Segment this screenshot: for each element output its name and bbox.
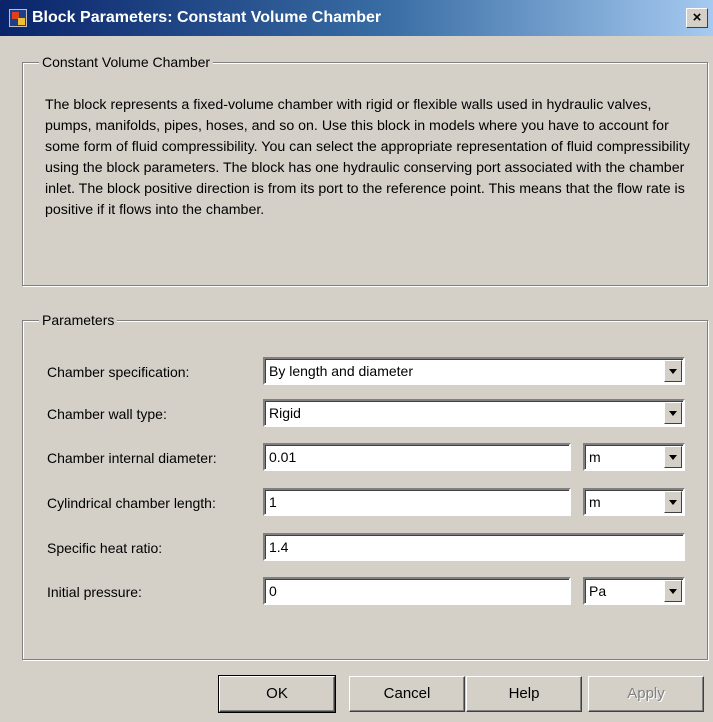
cancel-button[interactable]: Cancel xyxy=(349,676,465,712)
description-group: Constant Volume Chamber The block repres… xyxy=(22,54,708,286)
dialog-window: Block Parameters: Constant Volume Chambe… xyxy=(0,0,713,722)
initial-pressure-label: Initial pressure: xyxy=(47,584,142,600)
chevron-down-icon[interactable] xyxy=(664,402,682,424)
help-button[interactable]: Help xyxy=(466,676,582,712)
chamber-wall-type-dropdown[interactable]: Rigid xyxy=(263,399,685,427)
chamber-wall-type-label: Chamber wall type: xyxy=(47,406,167,422)
apply-button[interactable]: Apply xyxy=(588,676,704,712)
specific-heat-ratio-input[interactable]: 1.4 xyxy=(263,533,685,561)
chevron-down-icon[interactable] xyxy=(664,580,682,602)
cylindrical-chamber-length-unit: m xyxy=(589,494,601,510)
specific-heat-ratio-label: Specific heat ratio: xyxy=(47,540,163,556)
parameters-group-label: Parameters xyxy=(39,312,118,328)
window-title: Block Parameters: Constant Volume Chambe… xyxy=(32,9,382,26)
chamber-internal-diameter-label: Chamber internal diameter: xyxy=(47,450,217,466)
chevron-down-icon[interactable] xyxy=(664,491,682,513)
cylindrical-chamber-length-value: 1 xyxy=(269,494,277,510)
cylindrical-chamber-length-label: Cylindrical chamber length: xyxy=(47,495,216,511)
chevron-down-icon[interactable] xyxy=(664,360,682,382)
chamber-wall-type-value: Rigid xyxy=(269,405,301,421)
chamber-internal-diameter-value: 0.01 xyxy=(269,449,297,465)
initial-pressure-unit-dropdown[interactable]: Pa xyxy=(583,577,685,605)
chevron-down-icon[interactable] xyxy=(664,446,682,468)
cylindrical-chamber-length-input[interactable]: 1 xyxy=(263,488,571,516)
description-group-label: Constant Volume Chamber xyxy=(39,54,214,70)
chamber-internal-diameter-unit: m xyxy=(589,449,601,465)
initial-pressure-unit: Pa xyxy=(589,583,607,599)
chamber-specification-label: Chamber specification: xyxy=(47,364,190,380)
chamber-specification-dropdown[interactable]: By length and diameter xyxy=(263,357,685,385)
simulink-block-icon xyxy=(9,9,27,27)
cylindrical-chamber-length-unit-dropdown[interactable]: m xyxy=(583,488,685,516)
block-description: The block represents a fixed-volume cham… xyxy=(45,97,690,218)
ok-button[interactable]: OK xyxy=(218,675,336,713)
initial-pressure-value: 0 xyxy=(269,583,277,599)
initial-pressure-input[interactable]: 0 xyxy=(263,577,571,605)
specific-heat-ratio-value: 1.4 xyxy=(269,539,289,555)
parameters-group: Parameters Chamber specification: By len… xyxy=(22,312,708,660)
close-button[interactable]: × xyxy=(686,8,708,28)
chamber-specification-value: By length and diameter xyxy=(269,363,413,379)
chamber-internal-diameter-unit-dropdown[interactable]: m xyxy=(583,443,685,471)
title-bar[interactable]: Block Parameters: Constant Volume Chambe… xyxy=(0,0,713,36)
chamber-internal-diameter-input[interactable]: 0.01 xyxy=(263,443,571,471)
